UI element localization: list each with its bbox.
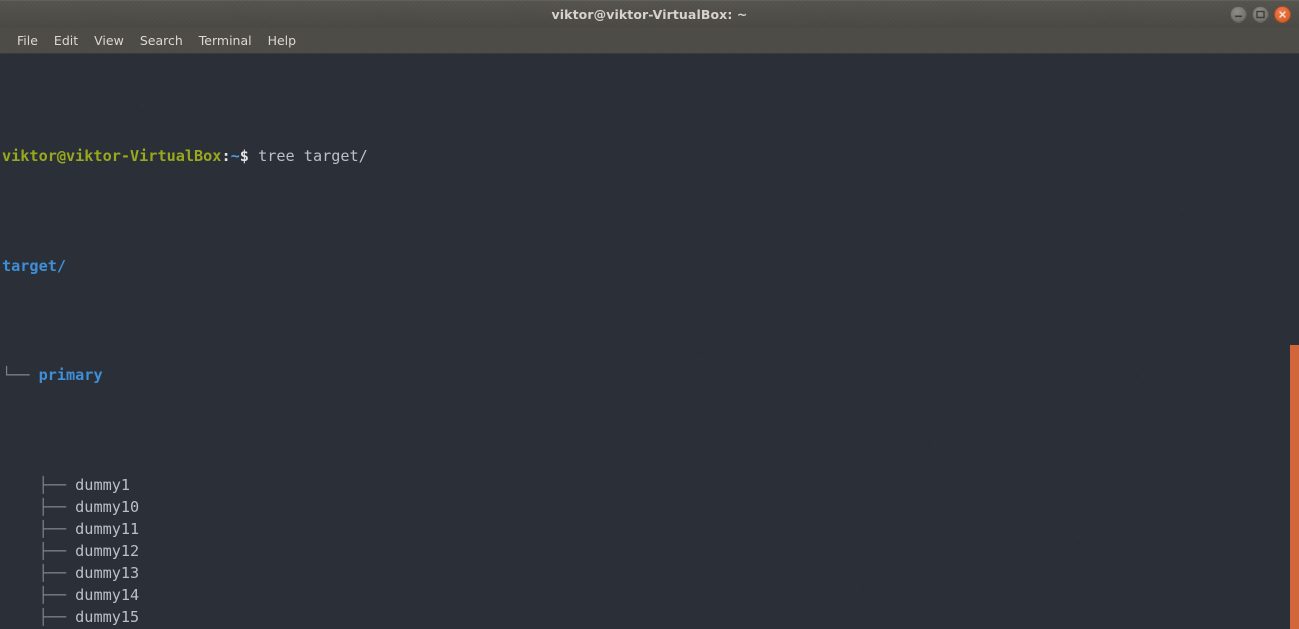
tree-file-name: dummy13: [75, 563, 140, 582]
prompt-path: ~: [230, 146, 240, 165]
prompt-user-host: viktor@viktor-VirtualBox: [2, 146, 222, 165]
terminal-line-subdir: └── primary: [2, 365, 1299, 387]
tree-file-name: dummy11: [75, 519, 140, 538]
tree-branch-connector: ├──: [2, 541, 76, 560]
tree-file-row: ├── dummy10: [2, 497, 1299, 519]
command-text: tree target/: [258, 146, 368, 165]
tree-file-row: ├── dummy15: [2, 607, 1299, 629]
menu-item-help[interactable]: Help: [260, 31, 305, 50]
tree-file-name: dummy1: [75, 476, 131, 495]
tree-file-name: dummy10: [75, 498, 140, 516]
window-title: viktor@viktor-VirtualBox: ~: [551, 6, 748, 22]
tree-branch-connector: ├──: [2, 476, 76, 495]
terminal-line-command: viktor@viktor-VirtualBox:~$ tree target/: [2, 146, 1299, 168]
menu-item-search[interactable]: Search: [132, 31, 191, 50]
tree-file-row: ├── dummy11: [2, 519, 1299, 541]
menu-item-edit[interactable]: Edit: [46, 31, 86, 50]
maximize-icon: [1256, 10, 1265, 18]
tree-branch-connector: ├──: [2, 498, 76, 516]
tree-branch-connector: ├──: [2, 519, 76, 538]
menu-item-file[interactable]: File: [9, 31, 46, 50]
prompt-sigil: $: [239, 146, 249, 165]
terminal-screen: viktor@viktor-VirtualBox:~$ tree target/…: [0, 54, 1299, 629]
tree-file-row: ├── dummy13: [2, 563, 1299, 585]
prompt-colon: :: [221, 146, 231, 165]
terminal-window: viktor@viktor-VirtualBox: ~ File Edit Vi…: [0, 0, 1299, 629]
menu-item-terminal[interactable]: Terminal: [191, 31, 260, 50]
tree-branch-connector: ├──: [2, 607, 76, 626]
tree-file-row: ├── dummy1: [2, 475, 1299, 497]
tree-file-name: dummy15: [75, 607, 140, 626]
menu-item-view[interactable]: View: [86, 31, 132, 50]
menubar: File Edit View Search Terminal Help: [0, 28, 1299, 54]
tree-root-dir: target/: [2, 256, 67, 275]
tree-file-name: dummy14: [75, 585, 140, 604]
tree-branch-connector: ├──: [2, 585, 76, 604]
minimize-icon: [1235, 15, 1242, 17]
window-titlebar[interactable]: viktor@viktor-VirtualBox: ~: [0, 0, 1299, 28]
minimize-button[interactable]: [1230, 5, 1247, 23]
tree-file-row: ├── dummy12: [2, 541, 1299, 563]
maximize-button[interactable]: [1252, 5, 1269, 23]
tree-file-row: ├── dummy14: [2, 585, 1299, 607]
terminal-line-root: target/: [2, 256, 1299, 278]
terminal-output-area[interactable]: viktor@viktor-VirtualBox:~$ tree target/…: [0, 54, 1299, 629]
tree-file-list: ├── dummy1 ├── dummy10 ├── dummy11 ├── d…: [2, 475, 1299, 629]
tree-branch-connector: ├──: [2, 563, 76, 582]
close-icon: [1279, 10, 1286, 18]
tree-subdir: primary: [38, 366, 103, 385]
close-button[interactable]: [1274, 5, 1291, 23]
tree-branch-connector: └──: [2, 366, 39, 385]
window-controls: [1230, 0, 1291, 28]
scrollbar-thumb[interactable]: [1290, 345, 1299, 629]
tree-file-name: dummy12: [75, 541, 140, 560]
scrollbar-track[interactable]: [1286, 54, 1299, 629]
